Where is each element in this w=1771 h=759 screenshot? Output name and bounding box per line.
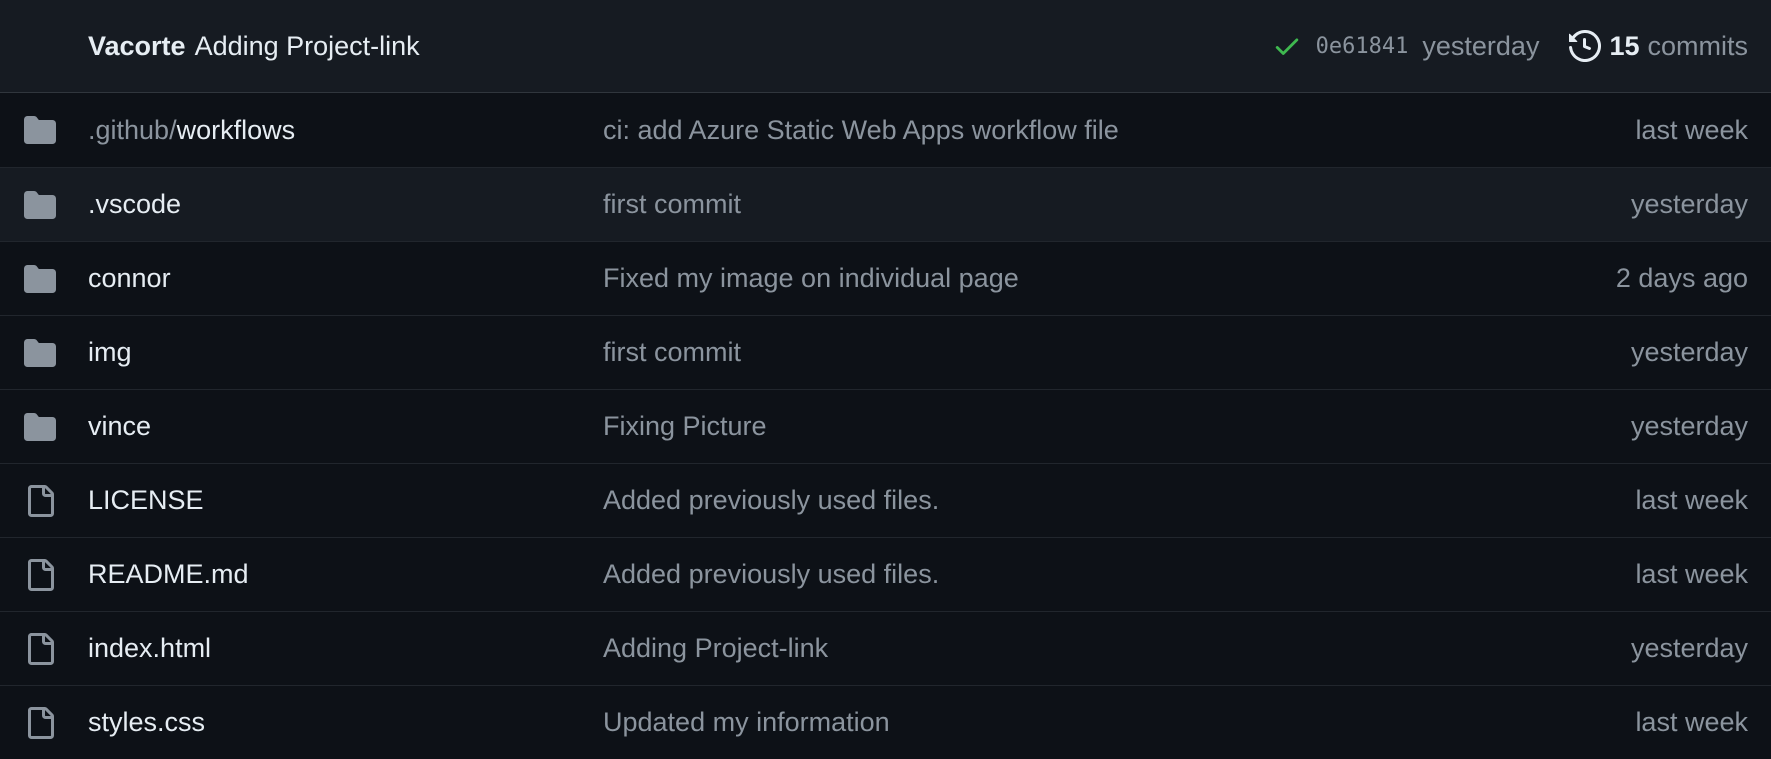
commit-message-link[interactable]: first commit [603, 189, 741, 220]
file-icon [22, 557, 58, 593]
folder-icon [22, 187, 58, 223]
commit-time: yesterday [1422, 30, 1540, 61]
file-row[interactable]: LICENSE Added previously used files. last … [0, 463, 1771, 537]
folder-icon [22, 409, 58, 445]
file-icon [22, 705, 58, 741]
file-name-link[interactable]: img [88, 337, 132, 368]
file-name[interactable]: img [88, 337, 132, 367]
file-row[interactable]: .github/workflows ci: add Azure Static We… [0, 93, 1771, 167]
file-row[interactable]: README.md Added previously used files. las… [0, 537, 1771, 611]
commit-sha-link[interactable]: 0e61841 [1316, 34, 1409, 59]
file-name[interactable]: connor [88, 263, 171, 293]
file-name[interactable]: README.md [88, 559, 249, 589]
file-name-link[interactable]: connor [88, 263, 171, 294]
file-name[interactable]: vince [88, 411, 151, 441]
latest-commit-bar: Vacorte Adding Project-link 0e61841 yest… [0, 0, 1771, 93]
file-row[interactable]: .vscode first commit yesterday [0, 167, 1771, 241]
file-name-link[interactable]: vince [88, 411, 151, 442]
commit-age: last week [1635, 707, 1748, 737]
commit-message-link[interactable]: Added previously used files. [603, 485, 939, 516]
folder-icon [22, 335, 58, 371]
folder-icon [22, 261, 58, 297]
history-icon[interactable] [1569, 30, 1602, 62]
commit-age: 2 days ago [1615, 263, 1748, 293]
file-name-link[interactable]: index.html [88, 633, 211, 664]
file-row[interactable]: img first commit yesterday [0, 315, 1771, 389]
file-name-link[interactable]: styles.css [88, 707, 205, 738]
file-name[interactable]: .vscode [88, 189, 181, 219]
file-row[interactable]: vince Fixing Picture yesterday [0, 389, 1771, 463]
file-list: .github/workflows ci: add Azure Static We… [0, 93, 1771, 759]
commit-message-link[interactable]: first commit [603, 337, 741, 368]
folder-icon [22, 112, 58, 148]
file-row[interactable]: styles.css Updated my information last wee… [0, 685, 1771, 759]
file-row[interactable]: index.html Adding Project-link yesterday [0, 611, 1771, 685]
commit-age: yesterday [1630, 411, 1748, 441]
file-name-link[interactable]: .vscode [88, 189, 181, 220]
file-name-link[interactable]: LICENSE [88, 485, 204, 516]
file-name[interactable]: workflows [177, 115, 296, 145]
commit-message-link[interactable]: Added previously used files. [603, 559, 939, 590]
file-name[interactable]: styles.css [88, 707, 205, 737]
path-prefix[interactable]: .github/ [88, 115, 177, 145]
commit-author[interactable]: Vacorte [88, 31, 186, 62]
file-icon [22, 483, 58, 519]
commit-count[interactable]: 15 [1609, 31, 1639, 62]
file-row[interactable]: connor Fixed my image on individual page 2… [0, 241, 1771, 315]
check-icon[interactable] [1272, 31, 1302, 61]
commit-message-link[interactable]: Updated my information [603, 707, 890, 738]
commit-message-link[interactable]: Adding Project-link [603, 633, 828, 664]
commit-message-link[interactable]: ci: add Azure Static Web Apps workflow f… [603, 115, 1119, 146]
commit-message-link[interactable]: Fixed my image on individual page [603, 263, 1019, 294]
commit-age: yesterday [1630, 337, 1748, 367]
latest-commit-message[interactable]: Adding Project-link [195, 31, 420, 62]
commit-age: last week [1635, 559, 1748, 589]
commit-age: last week [1635, 114, 1748, 145]
file-name[interactable]: index.html [88, 633, 211, 663]
commits-label[interactable]: commits [1648, 31, 1749, 62]
commit-message-link[interactable]: Fixing Picture [603, 411, 767, 442]
file-name[interactable]: LICENSE [88, 485, 204, 515]
commit-age: yesterday [1630, 633, 1748, 663]
commit-age: yesterday [1630, 189, 1748, 219]
file-name-link[interactable]: .github/workflows [88, 115, 295, 146]
file-name-link[interactable]: README.md [88, 559, 249, 590]
commit-age: last week [1635, 485, 1748, 515]
file-icon [22, 631, 58, 667]
